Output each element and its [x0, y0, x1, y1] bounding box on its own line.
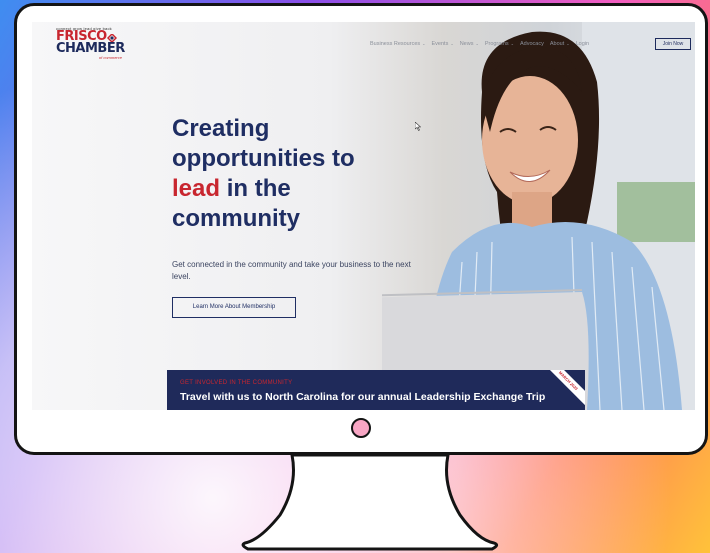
banner-title: Travel with us to North Carolina for our…	[180, 391, 546, 403]
banner-kicker: GET INVOLVED IN THE COMMUNITY	[180, 380, 293, 386]
chevron-down-icon: ⌄	[475, 41, 479, 46]
chevron-down-icon: ⌄	[422, 41, 426, 46]
chevron-down-icon: ⌄	[510, 41, 515, 46]
monitor-stand	[241, 455, 499, 551]
nav-item-business-resources[interactable]: Business Resources ⌄	[370, 41, 426, 47]
headline-lead-word: lead	[172, 175, 221, 202]
hero-subtext: Get connected in the community and take …	[172, 260, 411, 281]
chevron-down-icon: ⌄	[566, 41, 570, 46]
hero-headline: Creating opportunities to lead in the co…	[172, 115, 355, 232]
nav-item-events[interactable]: Events ⌄	[432, 41, 454, 47]
logo-chamber: CHAMBER	[56, 41, 125, 56]
main-nav: Business Resources ⌄ Events ⌄ News ⌄ Progra…	[370, 41, 589, 47]
mouse-cursor-icon	[415, 122, 421, 131]
nav-item-login[interactable]: Login	[576, 41, 589, 47]
nav-item-advocacy[interactable]: Advocacy	[520, 41, 544, 47]
learn-more-membership-button[interactable]: Learn More About Membership	[172, 297, 296, 318]
website-screen: connect grow lead give back FRISCO CHAMB…	[32, 22, 695, 410]
logo-mark-icon	[106, 32, 117, 43]
power-button[interactable]	[351, 418, 371, 438]
chevron-down-icon: ⌄	[450, 41, 454, 46]
nav-item-programs[interactable]: Programs ⌄	[485, 41, 514, 47]
date-ribbon: MARCH 2023	[539, 370, 585, 410]
frisco-chamber-logo[interactable]: connect grow lead give back FRISCO CHAMB…	[56, 26, 128, 60]
announcement-banner[interactable]: GET INVOLVED IN THE COMMUNITY Travel wit…	[167, 370, 585, 410]
join-now-button[interactable]: Join Now	[655, 38, 691, 50]
nav-item-news[interactable]: News ⌄	[460, 41, 479, 47]
nav-item-about[interactable]: About ⌄	[550, 41, 570, 47]
